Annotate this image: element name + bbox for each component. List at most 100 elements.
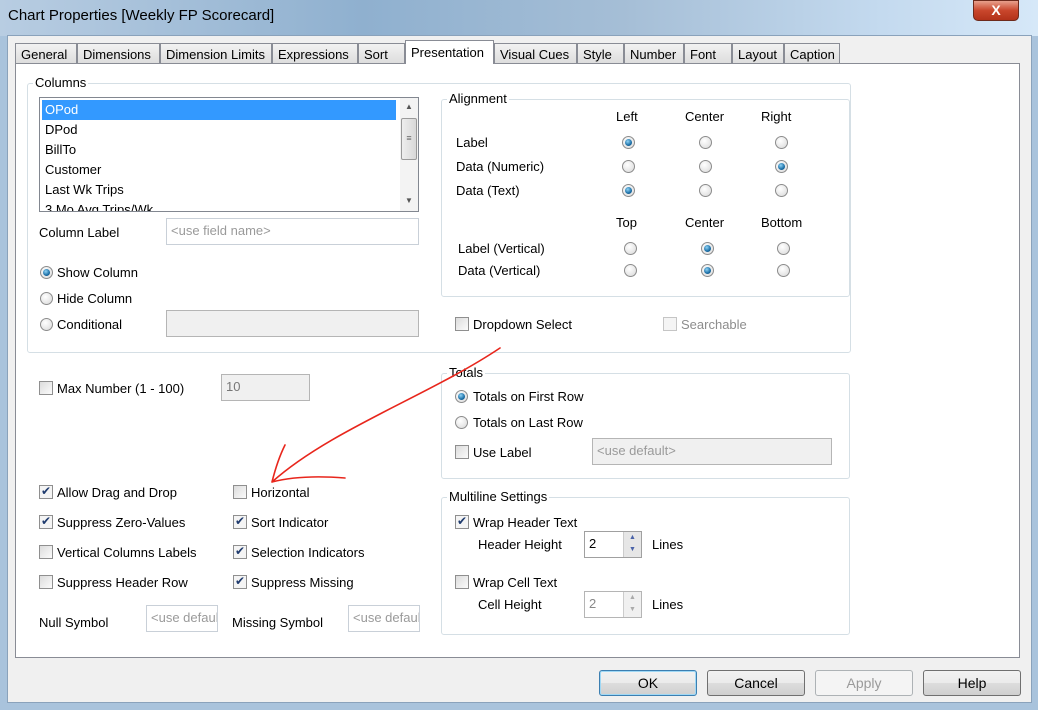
totals-label-input[interactable]: <use default> — [592, 438, 832, 465]
tab-layout[interactable]: Layout — [732, 43, 784, 64]
list-item[interactable]: OPod — [42, 100, 396, 120]
apply-button[interactable]: Apply — [815, 670, 913, 696]
alignment-legend: Alignment — [447, 91, 509, 106]
spin-down-icon[interactable]: ▼ — [624, 544, 641, 556]
scroll-down-icon[interactable]: ▼ — [405, 196, 413, 205]
alignment-radio-center[interactable] — [699, 136, 712, 149]
show-column-radio[interactable] — [40, 266, 53, 279]
scroll-up-icon[interactable]: ▲ — [405, 102, 413, 111]
selection-indicators-label: Selection Indicators — [251, 545, 365, 560]
alignment-row-label: Data (Numeric) — [456, 159, 545, 174]
list-item[interactable]: 3 Mo Avg Trips/Wk — [42, 200, 396, 211]
hide-column-radio[interactable] — [40, 292, 53, 305]
spin-down-icon[interactable]: ▼ — [624, 604, 641, 616]
alignment-header-left: Left — [616, 109, 638, 124]
tab-dimension-limits[interactable]: Dimension Limits — [160, 43, 272, 64]
alignment-radio-right[interactable] — [775, 160, 788, 173]
dropdown-select-checkbox[interactable] — [455, 317, 469, 331]
alignment-radio-bottom[interactable] — [777, 264, 790, 277]
horizontal-checkbox[interactable] — [233, 485, 247, 499]
tab-font[interactable]: Font — [684, 43, 732, 64]
tab-visual-cues[interactable]: Visual Cues — [494, 43, 577, 64]
max-number-label: Max Number (1 - 100) — [57, 381, 185, 396]
list-item[interactable]: DPod — [42, 120, 396, 140]
cancel-button[interactable]: Cancel — [707, 670, 805, 696]
multiline-legend: Multiline Settings — [447, 489, 550, 504]
alignment-radio-left[interactable] — [622, 136, 635, 149]
conditional-input[interactable] — [166, 310, 419, 337]
column-label-input[interactable]: <use field name> — [166, 218, 419, 245]
wrap-cell-checkbox[interactable] — [455, 575, 469, 589]
tab-number[interactable]: Number — [624, 43, 684, 64]
hide-column-label: Hide Column — [57, 291, 133, 306]
spin-buttons[interactable]: ▲ ▼ — [623, 532, 641, 557]
conditional-radio[interactable] — [40, 318, 53, 331]
spin-buttons[interactable]: ▲ ▼ — [623, 592, 641, 617]
scroll-thumb[interactable]: ≡ — [401, 118, 417, 160]
max-number-checkbox[interactable] — [39, 381, 53, 395]
alignment-radio-center[interactable] — [701, 242, 714, 255]
null-symbol-input[interactable]: <use default> — [146, 605, 218, 632]
wrap-cell-label: Wrap Cell Text — [473, 575, 558, 590]
alignment-radio-right[interactable] — [775, 136, 788, 149]
selection-indicators-checkbox[interactable] — [233, 544, 247, 559]
list-item[interactable]: Last Wk Trips — [42, 180, 396, 200]
suppress-header-row-checkbox[interactable] — [39, 575, 53, 589]
sort-indicator-label: Sort Indicator — [251, 515, 329, 530]
alignment-header-center: Center — [685, 109, 725, 124]
vertical-columns-labels-checkbox[interactable] — [39, 545, 53, 559]
suppress-missing-label: Suppress Missing — [251, 575, 354, 590]
alignment-row-label: Label — [456, 135, 488, 150]
tab-expressions[interactable]: Expressions — [272, 43, 358, 64]
tab-dimensions[interactable]: Dimensions — [77, 43, 160, 64]
searchable-checkbox[interactable] — [663, 317, 677, 331]
missing-symbol-input[interactable]: <use default> — [348, 605, 420, 632]
cell-height-label: Cell Height — [478, 597, 542, 612]
suppress-zero-values-checkbox[interactable] — [39, 514, 53, 529]
columns-legend: Columns — [33, 75, 89, 90]
list-item[interactable]: Customer — [42, 160, 396, 180]
wrap-header-checkbox[interactable] — [455, 514, 469, 529]
alignment-radio-top[interactable] — [624, 242, 637, 255]
alignment-radio-left[interactable] — [622, 160, 635, 173]
suppress-missing-checkbox[interactable] — [233, 574, 247, 589]
totals-first-row-radio[interactable] — [455, 390, 468, 403]
header-height-label: Header Height — [478, 537, 562, 552]
ok-button[interactable]: OK — [599, 670, 697, 696]
alignment-radio-center[interactable] — [699, 184, 712, 197]
list-item[interactable]: BillTo — [42, 140, 396, 160]
spin-up-icon[interactable]: ▲ — [624, 532, 641, 544]
use-label-checkbox[interactable] — [455, 445, 469, 459]
tab-general[interactable]: General — [15, 43, 77, 64]
max-number-input[interactable]: 10 — [221, 374, 310, 401]
columns-listbox[interactable]: OPod DPod BillTo Customer Last Wk Trips 3 Mo … — [39, 97, 419, 212]
vertical-columns-labels-label: Vertical Columns Labels — [57, 545, 197, 560]
alignment-radio-bottom[interactable] — [777, 242, 790, 255]
alignment-radio-left[interactable] — [622, 184, 635, 197]
allow-drag-and-drop-checkbox[interactable] — [39, 484, 53, 499]
suppress-zero-values-label: Suppress Zero-Values — [57, 515, 186, 530]
header-height-stepper[interactable]: 2 ▲ ▼ — [584, 531, 642, 558]
listbox-scrollbar[interactable]: ▲ ≡ ▼ — [400, 98, 418, 211]
alignment-radio-center[interactable] — [699, 160, 712, 173]
cell-height-value: 2 — [589, 596, 597, 611]
searchable-label: Searchable — [681, 317, 747, 332]
close-button[interactable]: X — [973, 0, 1019, 21]
cell-lines-label: Lines — [652, 597, 684, 612]
tab-sort[interactable]: Sort — [358, 43, 405, 64]
tab-presentation[interactable]: Presentation — [405, 40, 494, 64]
alignment-radio-right[interactable] — [775, 184, 788, 197]
tab-style[interactable]: Style — [577, 43, 624, 64]
alignment-radio-top[interactable] — [624, 264, 637, 277]
sort-indicator-checkbox[interactable] — [233, 514, 247, 529]
alignment-header-right: Right — [761, 109, 792, 124]
alignment-radio-center[interactable] — [701, 264, 714, 277]
alignment-row-label: Label (Vertical) — [458, 241, 545, 256]
spin-up-icon[interactable]: ▲ — [624, 592, 641, 604]
totals-last-row-radio[interactable] — [455, 416, 468, 429]
help-button[interactable]: Help — [923, 670, 1021, 696]
cell-height-stepper[interactable]: 2 ▲ ▼ — [584, 591, 642, 618]
tab-caption[interactable]: Caption — [784, 43, 840, 64]
presentation-panel: Columns OPod DPod BillTo Customer Last Wk Tr… — [15, 63, 1020, 658]
alignment-row-label: Data (Vertical) — [458, 263, 541, 278]
